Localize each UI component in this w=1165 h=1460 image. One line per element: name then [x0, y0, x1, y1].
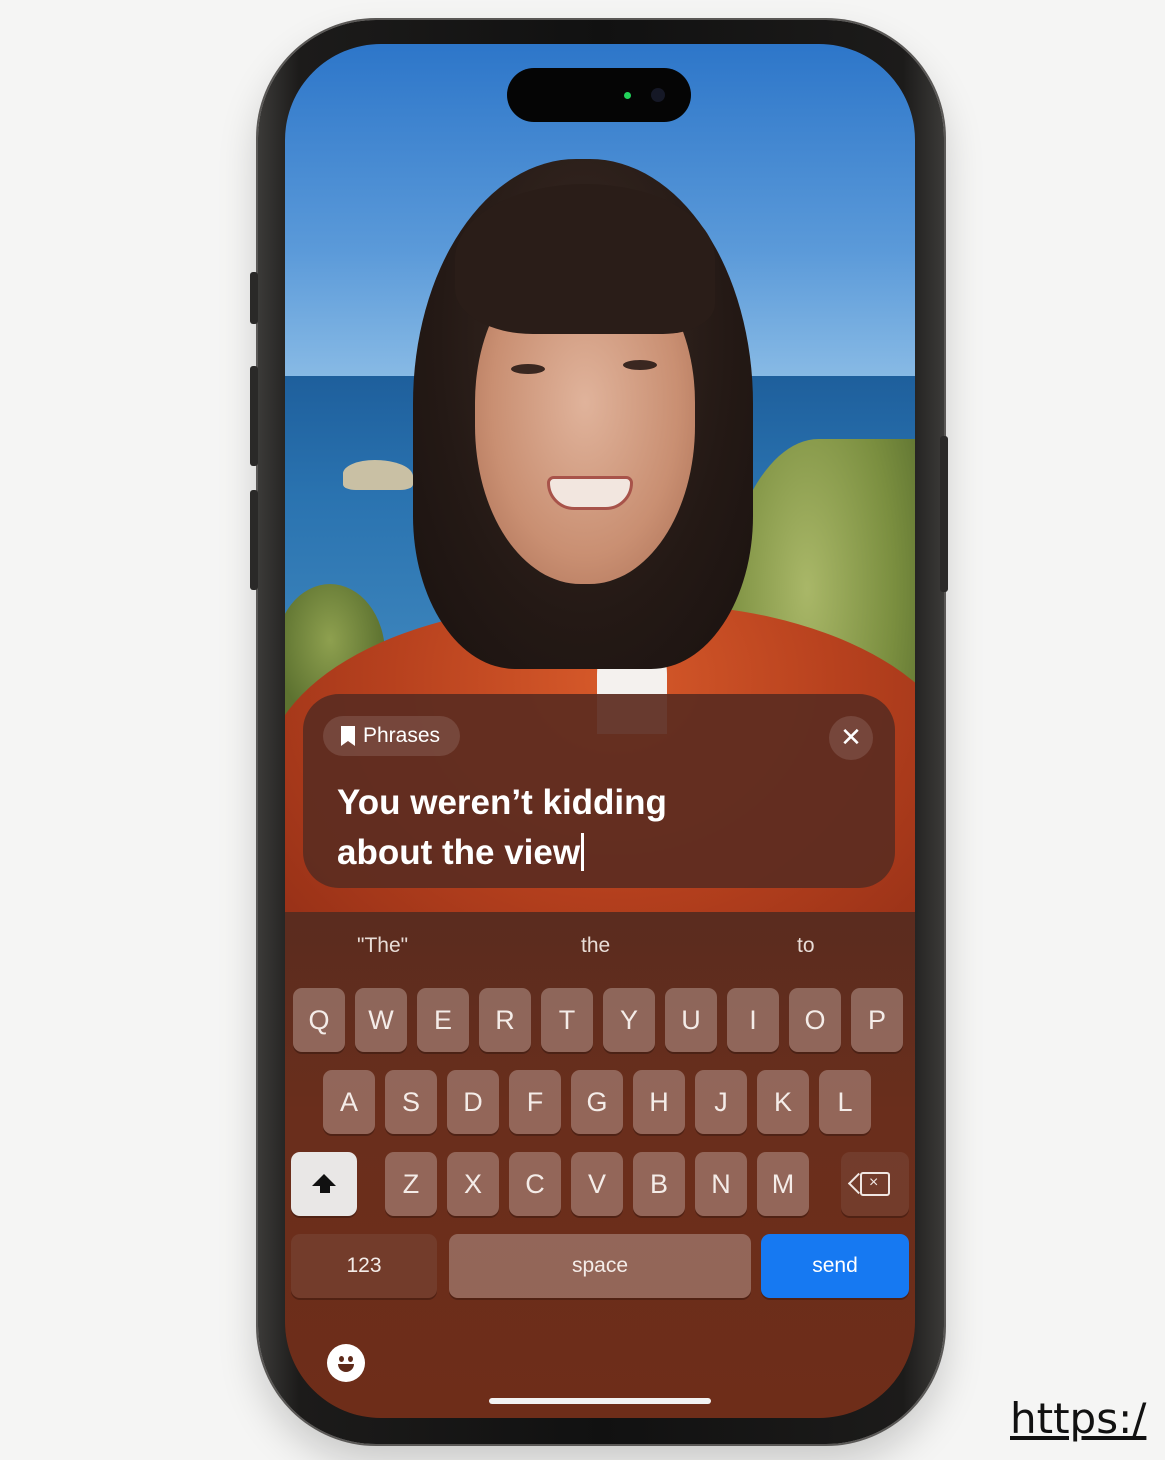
space-key[interactable]: space: [449, 1234, 751, 1298]
phrase-text-line-2: about the view: [337, 833, 581, 872]
live-speech-card: Phrases ✕ You weren’t kidding about the …: [303, 694, 895, 888]
key-p[interactable]: P: [851, 988, 903, 1052]
key-f[interactable]: F: [509, 1070, 561, 1134]
text-caret: [581, 833, 585, 871]
key-w[interactable]: W: [355, 988, 407, 1052]
emoji-smiley-icon: [335, 1352, 357, 1374]
key-c[interactable]: C: [509, 1152, 561, 1216]
key-t[interactable]: T: [541, 988, 593, 1052]
shift-stem-icon: [320, 1185, 330, 1193]
key-i[interactable]: I: [727, 988, 779, 1052]
key-b[interactable]: B: [633, 1152, 685, 1216]
key-r[interactable]: R: [479, 988, 531, 1052]
volume-down-button: [250, 490, 258, 590]
key-e[interactable]: E: [417, 988, 469, 1052]
backspace-icon: ×: [860, 1172, 890, 1196]
volume-up-button: [250, 366, 258, 466]
keyboard: "The" the to Q W E R T Y U I O P A S D F…: [285, 912, 915, 1418]
video-island: [343, 460, 413, 490]
phrases-label: Phrases: [363, 724, 441, 747]
phrase-text-line-1: You weren’t kidding: [337, 783, 667, 822]
key-u[interactable]: U: [665, 988, 717, 1052]
key-v[interactable]: V: [571, 1152, 623, 1216]
home-indicator[interactable]: [489, 1398, 711, 1404]
key-o[interactable]: O: [789, 988, 841, 1052]
shift-key[interactable]: [291, 1152, 357, 1216]
person-eye-right: [623, 360, 657, 370]
person-mouth: [547, 476, 633, 510]
close-icon: ✕: [840, 723, 862, 753]
key-d[interactable]: D: [447, 1070, 499, 1134]
key-n[interactable]: N: [695, 1152, 747, 1216]
power-button: [940, 436, 948, 592]
person-eye-left: [511, 364, 545, 374]
key-a[interactable]: A: [323, 1070, 375, 1134]
numbers-key[interactable]: 123: [291, 1234, 437, 1298]
send-key[interactable]: send: [761, 1234, 909, 1298]
suggestion-1[interactable]: "The": [357, 934, 408, 958]
key-m[interactable]: M: [757, 1152, 809, 1216]
key-q[interactable]: Q: [293, 988, 345, 1052]
key-x[interactable]: X: [447, 1152, 499, 1216]
key-h[interactable]: H: [633, 1070, 685, 1134]
source-link[interactable]: https:/: [1010, 1394, 1146, 1443]
key-l[interactable]: L: [819, 1070, 871, 1134]
key-s[interactable]: S: [385, 1070, 437, 1134]
phrases-button[interactable]: Phrases: [323, 716, 461, 756]
key-j[interactable]: J: [695, 1070, 747, 1134]
action-button: [250, 272, 258, 324]
person-bangs: [455, 184, 715, 334]
key-g[interactable]: G: [571, 1070, 623, 1134]
key-z[interactable]: Z: [385, 1152, 437, 1216]
close-button[interactable]: ✕: [829, 716, 873, 760]
front-camera-icon: [651, 88, 665, 102]
phone-screen: Phrases ✕ You weren’t kidding about the …: [285, 44, 915, 1418]
phrase-input[interactable]: You weren’t kidding about the view: [337, 778, 857, 878]
suggestion-3[interactable]: to: [797, 934, 815, 958]
suggestion-2[interactable]: the: [581, 934, 610, 958]
camera-indicator-icon: [624, 92, 631, 99]
key-y[interactable]: Y: [603, 988, 655, 1052]
key-k[interactable]: K: [757, 1070, 809, 1134]
backspace-key[interactable]: ×: [841, 1152, 909, 1216]
bookmark-icon: [341, 726, 355, 746]
emoji-button[interactable]: [327, 1344, 365, 1382]
